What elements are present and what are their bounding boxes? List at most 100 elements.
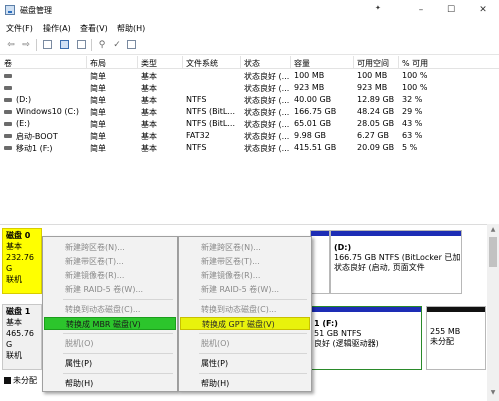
menu-properties[interactable]: 属性(P) bbox=[180, 357, 310, 370]
menu-help[interactable]: 帮助(H) bbox=[117, 23, 145, 34]
cell-capacity: 166.75 GB bbox=[294, 107, 337, 116]
pin-icon[interactable]: ✦ bbox=[375, 4, 381, 12]
cell-free: 12.89 GB bbox=[357, 95, 395, 104]
disk-1-type: 基本 bbox=[6, 318, 22, 327]
volume-row[interactable]: 简单 基本 状态良好 (... 923 MB 923 MB 100 % bbox=[0, 82, 499, 94]
disk-0-label[interactable]: 磁盘 0 基本 232.76 G 联机 bbox=[2, 228, 42, 294]
disk-view-scrollbar[interactable]: ▲ ▼ bbox=[487, 224, 499, 401]
cell-filesystem: FAT32 bbox=[186, 131, 210, 140]
toolbar: ⇦ ⇨ ⚲ ✓ bbox=[0, 36, 499, 55]
menu-view[interactable]: 查看(V) bbox=[80, 23, 108, 34]
volume-row[interactable]: 简单 基本 状态良好 (... 100 MB 100 MB 100 % bbox=[0, 70, 499, 82]
menu-convert-to-dynamic[interactable]: 转换到动态磁盘(C)... bbox=[44, 303, 176, 316]
disk-1-size: 465.76 G bbox=[6, 329, 34, 349]
cell-layout: 简单 bbox=[90, 120, 106, 129]
check-icon[interactable]: ✓ bbox=[111, 39, 123, 51]
cell-status: 状态良好 (... bbox=[244, 132, 290, 141]
menu-new-spanned-volume[interactable]: 新建跨区卷(N)... bbox=[180, 241, 310, 254]
cell-layout: 简单 bbox=[90, 96, 106, 105]
cell-type: 基本 bbox=[141, 120, 157, 129]
cell-capacity: 40.00 GB bbox=[294, 95, 332, 104]
menu-new-raid5-volume[interactable]: 新建 RAID-5 卷(W)... bbox=[180, 283, 310, 296]
cell-status: 状态良好 (... bbox=[244, 120, 290, 129]
col-status[interactable]: 状态 bbox=[244, 58, 260, 69]
volume-row[interactable]: (D:) 简单 基本 NTFS 状态良好 (... 40.00 GB 12.89… bbox=[0, 94, 499, 106]
properties-icon[interactable] bbox=[41, 39, 53, 51]
menu-offline[interactable]: 脱机(O) bbox=[180, 337, 310, 350]
col-free-space[interactable]: 可用空间 bbox=[357, 58, 389, 69]
volume-row[interactable]: Windows10 (C:) 简单 基本 NTFS (BitL... 状态良好 … bbox=[0, 106, 499, 118]
menu-file[interactable]: 文件(F) bbox=[6, 23, 33, 34]
partition-f-info: 51 GB NTFS bbox=[314, 329, 362, 338]
col-volume[interactable]: 卷 bbox=[4, 58, 12, 69]
disk-1-label[interactable]: 磁盘 1 基本 465.76 G 联机 bbox=[2, 304, 42, 370]
cell-percent: 5 % bbox=[402, 143, 418, 152]
cell-percent: 100 % bbox=[402, 71, 428, 80]
menu-action[interactable]: 操作(A) bbox=[43, 23, 71, 34]
disk-management-window: 磁盘管理 – ☐ ✕ ✦ 文件(F) 操作(A) 查看(V) 帮助(H) ⇦ ⇨… bbox=[0, 0, 499, 401]
cell-capacity: 415.51 GB bbox=[294, 143, 337, 152]
menu-convert-to-gpt[interactable]: 转换成 GPT 磁盘(V) bbox=[180, 317, 310, 330]
menu-help[interactable]: 帮助(H) bbox=[180, 377, 310, 390]
cell-layout: 简单 bbox=[90, 144, 106, 153]
view-icon[interactable] bbox=[125, 39, 137, 51]
col-type[interactable]: 类型 bbox=[141, 58, 157, 69]
cell-layout: 简单 bbox=[90, 132, 106, 141]
menu-new-raid5-volume[interactable]: 新建 RAID-5 卷(W)... bbox=[44, 283, 176, 296]
unallocated-size: 255 MB bbox=[430, 327, 461, 336]
connect-icon[interactable]: ⚲ bbox=[96, 39, 108, 51]
cell-volume: 启动-BOOT bbox=[16, 132, 58, 141]
cell-volume: (E:) bbox=[16, 119, 30, 128]
col-capacity[interactable]: 容量 bbox=[294, 58, 310, 69]
col-percent-free[interactable]: % 可用 bbox=[402, 58, 428, 69]
partition-f[interactable]: 1 (F:) 51 GB NTFS 良好 (逻辑驱动器) bbox=[310, 306, 422, 370]
cell-percent: 32 % bbox=[402, 95, 423, 104]
minimize-button[interactable]: – bbox=[412, 3, 430, 17]
cell-type: 基本 bbox=[141, 132, 157, 141]
menu-help[interactable]: 帮助(H) bbox=[44, 377, 176, 390]
partition-c-edge[interactable] bbox=[310, 230, 330, 294]
volume-row[interactable]: 启动-BOOT 简单 基本 FAT32 状态良好 (... 9.98 GB 6.… bbox=[0, 130, 499, 142]
volume-row[interactable]: 移动1 (F:) 简单 基本 NTFS 状态良好 (... 415.51 GB … bbox=[0, 142, 499, 154]
disk-0-size: 232.76 G bbox=[6, 253, 34, 273]
menu-convert-to-mbr[interactable]: 转换成 MBR 磁盘(V) bbox=[44, 317, 176, 330]
logical-drive-bar bbox=[311, 307, 421, 312]
maximize-button[interactable]: ☐ bbox=[442, 3, 460, 17]
menu-new-spanned-volume[interactable]: 新建跨区卷(N)... bbox=[44, 241, 176, 254]
cell-free: 48.24 GB bbox=[357, 107, 395, 116]
unallocated-space[interactable]: 255 MB 未分配 bbox=[426, 306, 486, 370]
forward-arrow-icon[interactable]: ⇨ bbox=[20, 39, 32, 51]
back-arrow-icon[interactable]: ⇦ bbox=[5, 39, 17, 51]
col-layout[interactable]: 布局 bbox=[90, 58, 106, 69]
disk-0-type: 基本 bbox=[6, 242, 22, 251]
menu-new-striped-volume[interactable]: 新建带区卷(T)... bbox=[180, 255, 310, 268]
cell-volume: (D:) bbox=[16, 95, 32, 104]
cell-filesystem: NTFS (BitL... bbox=[186, 107, 236, 116]
disk-context-menu-left: 新建跨区卷(N)... 新建带区卷(T)... 新建镜像卷(R)... 新建 R… bbox=[42, 236, 178, 392]
close-button[interactable]: ✕ bbox=[474, 3, 492, 17]
volume-icon bbox=[4, 134, 12, 138]
menu-new-mirrored-volume[interactable]: 新建镜像卷(R)... bbox=[44, 269, 176, 282]
cell-free: 28.05 GB bbox=[357, 119, 395, 128]
disk-0-status: 联机 bbox=[6, 275, 22, 284]
volume-list: 卷 布局 类型 文件系统 状态 容量 可用空间 % 可用 简单 基本 状态良好 … bbox=[0, 56, 499, 224]
window-title: 磁盘管理 bbox=[20, 6, 52, 15]
partition-d[interactable]: (D:) 166.75 GB NTFS (BitLocker 已加 状态良好 (… bbox=[330, 230, 462, 294]
volume-row[interactable]: (E:) 简单 基本 NTFS (BitL... 状态良好 (... 65.01… bbox=[0, 118, 499, 130]
cell-volume: 移动1 (F:) bbox=[16, 144, 53, 153]
volume-icon bbox=[4, 122, 12, 126]
col-filesystem[interactable]: 文件系统 bbox=[186, 58, 218, 69]
scroll-down-icon[interactable]: ▼ bbox=[487, 389, 499, 399]
menu-new-mirrored-volume[interactable]: 新建镜像卷(R)... bbox=[180, 269, 310, 282]
scroll-thumb[interactable] bbox=[489, 237, 497, 267]
menu-offline[interactable]: 脱机(O) bbox=[44, 337, 176, 350]
scroll-up-icon[interactable]: ▲ bbox=[487, 226, 499, 236]
menu-properties[interactable]: 属性(P) bbox=[44, 357, 176, 370]
menu-new-striped-volume[interactable]: 新建带区卷(T)... bbox=[44, 255, 176, 268]
menu-convert-to-dynamic[interactable]: 转换到动态磁盘(C)... bbox=[180, 303, 310, 316]
console-tree-icon[interactable] bbox=[75, 39, 87, 51]
primary-partition-bar bbox=[331, 231, 461, 236]
help-book-icon[interactable] bbox=[58, 39, 70, 51]
cell-percent: 100 % bbox=[402, 83, 428, 92]
legend-unallocated-swatch bbox=[4, 377, 11, 384]
